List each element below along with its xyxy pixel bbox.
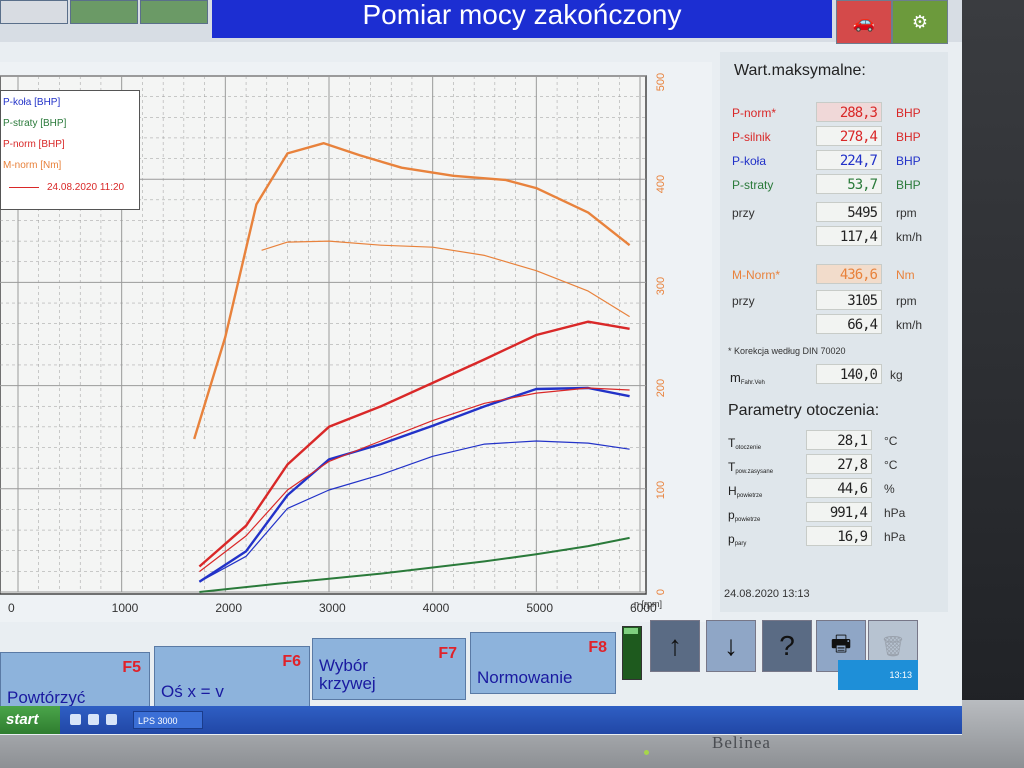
system-tray: 13:13: [838, 660, 918, 690]
unit-m-norm: Nm: [896, 268, 915, 282]
unit-p-powietrze: hPa: [884, 506, 906, 520]
y-tick-label: 400: [655, 175, 667, 193]
unit-speed-torque: km/h: [896, 318, 923, 332]
row-label-p-norm: P-norm*: [732, 106, 777, 120]
x-tick-label: 1000: [112, 601, 139, 615]
x-tick-label: 5000: [526, 601, 553, 615]
tray-clock: 13:13: [889, 670, 912, 680]
arrow-down-icon[interactable]: ↓: [706, 620, 756, 672]
x-tick-label: 4000: [423, 601, 450, 615]
mass-label: mFahr.Veh: [730, 370, 765, 386]
legend-item-p-straty: P-straty [BHP]: [3, 118, 67, 129]
unit-p-straty: BHP: [896, 178, 921, 192]
row-label-przy-power: przy: [732, 206, 755, 220]
status-gauge: [622, 626, 642, 680]
legend-line-swatch: [9, 187, 39, 188]
power-led: [644, 750, 649, 755]
y-tick-label: 200: [655, 379, 667, 397]
taskbar-task-lps[interactable]: LPS 3000: [133, 711, 203, 729]
top-button-2[interactable]: [70, 0, 138, 24]
unit-p-pary: hPa: [884, 530, 906, 544]
power-chart: 0 1000 2000 3000 4000 5000 6000 0 100 200 300 400 5…: [0, 62, 712, 622]
status-gauge-fill: [624, 628, 638, 634]
legend-item-p-kola: P-koła [BHP]: [3, 97, 61, 108]
x-tick-label: 3000: [319, 601, 346, 615]
taskbar: start LPS 3000: [0, 706, 962, 734]
axle-icon[interactable]: ⚙: [892, 0, 948, 44]
max-values-title: Wart.maksymalne:: [734, 62, 866, 79]
unit-p-kola: BHP: [896, 154, 921, 168]
x-tick-label: 2000: [215, 601, 242, 615]
unit-t-zasysane: °C: [884, 458, 898, 472]
unit-t-otoczenie: °C: [884, 434, 898, 448]
value-speed-torque: 66,4: [816, 314, 882, 334]
screen: Pomiar mocy zakończony 🚗 ⚙ 0 1000 2000 3000…: [0, 0, 962, 735]
row-label-p-straty: P-straty: [732, 178, 774, 192]
ambient-label-t-otoczenie: Totoczenie: [728, 436, 762, 451]
measurement-timestamp: 24.08.2020 13:13: [724, 588, 810, 600]
quicklaunch-desktop-icon[interactable]: [70, 714, 81, 725]
value-t-otoczenie: 28,1: [806, 430, 872, 450]
top-button-3[interactable]: [140, 0, 208, 24]
y-tick-label: 0: [655, 589, 667, 595]
quicklaunch-browser-icon[interactable]: [88, 714, 99, 725]
value-p-norm: 288,3: [816, 102, 882, 122]
row-label-p-kola: P-koła: [732, 154, 767, 168]
unit-p-silnik: BHP: [896, 130, 921, 144]
value-p-pary: 16,9: [806, 526, 872, 546]
ambient-label-p-pary: ppary: [728, 532, 747, 547]
ambient-label-h: Hpowietrze: [728, 484, 763, 499]
x-tick-label: 0: [8, 601, 15, 615]
vehicle-icon[interactable]: 🚗: [836, 0, 892, 44]
value-p-straty: 53,7: [816, 174, 882, 194]
value-rpm-power: 5495: [816, 202, 882, 222]
legend-item-m-norm: M-norm [Nm]: [3, 160, 62, 171]
chart-legend: P-koła [BHP] P-straty [BHP] P-norm [BHP]…: [0, 90, 140, 210]
legend-item-p-norm: P-norm [BHP]: [3, 139, 65, 150]
monitor-brand: Belinea: [712, 733, 771, 752]
value-m-norm: 436,6: [816, 264, 882, 284]
help-icon[interactable]: ?: [762, 620, 812, 672]
value-p-silnik: 278,4: [816, 126, 882, 146]
arrow-up-icon[interactable]: ↑: [650, 620, 700, 672]
f6-axis-x-button[interactable]: F6 Oś x = v: [154, 646, 310, 708]
value-rpm-torque: 3105: [816, 290, 882, 310]
y-tick-label: 300: [655, 277, 667, 295]
row-label-przy-torque: przy: [732, 294, 755, 308]
value-p-powietrze: 991,4: [806, 502, 872, 522]
top-bar: Pomiar mocy zakończony 🚗 ⚙: [0, 0, 962, 44]
correction-note: * Korekcja według DIN 70020: [728, 346, 846, 356]
quicklaunch-media-icon[interactable]: [106, 714, 117, 725]
x-axis-label: n [rpm]: [634, 599, 662, 609]
start-button[interactable]: start: [0, 706, 60, 734]
unit-mass: kg: [890, 368, 903, 382]
ambient-title: Parametry otoczenia:: [728, 402, 880, 419]
unit-rpm-torque: rpm: [896, 294, 917, 308]
legend-date: 24.08.2020 11:20: [47, 182, 125, 193]
f7-curve-select-button[interactable]: F7 Wybór krzywej: [312, 638, 466, 700]
value-humidity: 44,6: [806, 478, 872, 498]
unit-p-norm: BHP: [896, 106, 921, 120]
ambient-label-t-zasysane: Tpow.zasysane: [728, 460, 774, 475]
f8-normalize-button[interactable]: F8 Normowanie: [470, 632, 616, 694]
window-title: Pomiar mocy zakończony: [212, 0, 832, 38]
unit-rpm-power: rpm: [896, 206, 917, 220]
value-t-zasysane: 27,8: [806, 454, 872, 474]
value-mass: 140,0: [816, 364, 882, 384]
max-values-panel: Wart.maksymalne: P-norm* 288,3 BHP P-sil…: [720, 52, 948, 612]
f5-repeat-button[interactable]: F5 Powtórzyć: [0, 652, 150, 714]
y-tick-label: 100: [655, 481, 667, 499]
top-button-1[interactable]: [0, 0, 68, 24]
row-label-p-silnik: P-silnik: [732, 130, 771, 144]
ambient-label-p-powietrze: ppowietrze: [728, 508, 761, 523]
unit-speed-power: km/h: [896, 230, 923, 244]
unit-humidity: %: [884, 482, 895, 496]
value-p-kola: 224,7: [816, 150, 882, 170]
row-label-m-norm: M-Norm*: [732, 268, 780, 282]
value-speed-power: 117,4: [816, 226, 882, 246]
y-tick-label: 500: [655, 73, 667, 91]
